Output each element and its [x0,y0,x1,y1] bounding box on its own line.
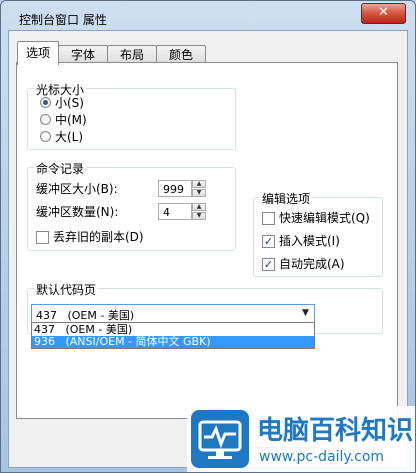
check-icon[interactable]: ✓ [262,235,275,248]
properties-window: 控制台窗口 属性 ✕ 选项 字体 布局 颜色 光标大小 小(S) 中(M) 大(… [0,0,416,473]
checkbox-label: 丢弃旧的副本(D) [53,230,144,244]
quick-edit-checkbox[interactable]: 快速编辑模式(Q) [262,210,380,226]
cursor-size-group: 光标大小 小(S) 中(M) 大(L) [27,81,236,150]
check-icon[interactable]: ✓ [262,258,275,271]
chevron-down-icon[interactable]: ▼ [297,305,314,322]
spin-down-icon[interactable]: ▼ [192,212,206,220]
radio-indicator[interactable] [40,97,51,108]
checkbox-box[interactable] [262,212,275,225]
close-button[interactable]: ✕ [361,3,406,24]
dropdown-option-highlighted[interactable]: 936 (ANSI/OEM - 简体中文 GBK) [32,336,314,348]
spin-up-icon[interactable]: ▲ [192,203,206,211]
tab-colors-label: 颜色 [168,48,193,62]
tab-panel-options: 光标大小 小(S) 中(M) 大(L) 命令记录 缓冲区大小(B): 999 ▲… [16,62,398,419]
buffer-count-spinner[interactable]: ▲ ▼ [192,203,206,220]
buffer-count-input[interactable]: 4 [158,203,192,220]
radio-label: 小(S) [55,96,84,110]
tab-options[interactable]: 选项 [17,41,59,65]
checkbox-label: 快速编辑模式(Q) [279,211,370,225]
monitor-logo-icon [191,410,249,468]
checkbox-label: 插入模式(I) [279,234,340,248]
buffer-count-label: 缓冲区数量(N): [36,205,119,219]
buffer-size-input[interactable]: 999 [158,180,192,197]
radio-cursor-medium[interactable]: 中(M) [40,112,160,128]
radio-cursor-large[interactable]: 大(L) [40,129,160,145]
command-history-title: 命令记录 [34,160,87,177]
radio-indicator[interactable] [40,131,51,142]
watermark-url: www.pc-daily.com [259,449,385,465]
checkbox-label: 自动完成(A) [279,257,345,271]
tab-layout-label: 布局 [119,48,144,62]
radio-label: 大(L) [55,130,84,144]
spin-up-icon[interactable]: ▲ [192,180,206,188]
dialog-client: 选项 字体 布局 颜色 光标大小 小(S) 中(M) 大(L) 命令记录 缓冲区… [8,30,408,468]
codepage-select[interactable]: 437 (OEM - 美国) ▼ [31,304,315,323]
radio-cursor-small[interactable]: 小(S) [40,95,160,111]
edit-options-group: 编辑选项 快速编辑模式(Q) ✓ 插入模式(I) ✓ 自动完成(A) [253,190,383,277]
command-history-group: 命令记录 缓冲区大小(B): 999 ▲ ▼ 缓冲区数量(N): 4 ▲ ▼ 丢… [27,160,236,251]
watermark-title: 电脑百科知识 [257,416,414,446]
checkbox-box[interactable] [36,231,49,244]
codepage-title: 默认代码页 [34,281,99,298]
buffer-size-row: 缓冲区大小(B): 999 ▲ ▼ [36,180,231,198]
buffer-count-row: 缓冲区数量(N): 4 ▲ ▼ [36,203,231,221]
buffer-size-spinner[interactable]: ▲ ▼ [192,180,206,197]
auto-complete-checkbox[interactable]: ✓ 自动完成(A) [262,256,380,272]
codepage-selected-value: 437 (OEM - 美国) [36,309,135,322]
radio-indicator[interactable] [40,114,51,125]
close-icon: ✕ [378,5,389,20]
watermark: 电脑百科知识 www.pc-daily.com [187,406,415,472]
tab-font-label: 字体 [70,48,95,62]
title-bar[interactable]: 控制台窗口 属性 ✕ [1,1,415,31]
monitor-pulse-icon [198,420,242,459]
codepage-dropdown-list: 437 (OEM - 美国) 936 (ANSI/OEM - 简体中文 GBK) [31,322,315,349]
edit-options-title: 编辑选项 [260,190,313,207]
spin-down-icon[interactable]: ▼ [192,189,206,197]
discard-duplicates-checkbox[interactable]: 丢弃旧的副本(D) [36,229,216,245]
window-title: 控制台窗口 属性 [19,13,107,27]
buffer-size-label: 缓冲区大小(B): [36,182,118,196]
insert-mode-checkbox[interactable]: ✓ 插入模式(I) [262,233,380,249]
radio-label: 中(M) [55,113,87,127]
tab-options-label: 选项 [25,46,50,60]
